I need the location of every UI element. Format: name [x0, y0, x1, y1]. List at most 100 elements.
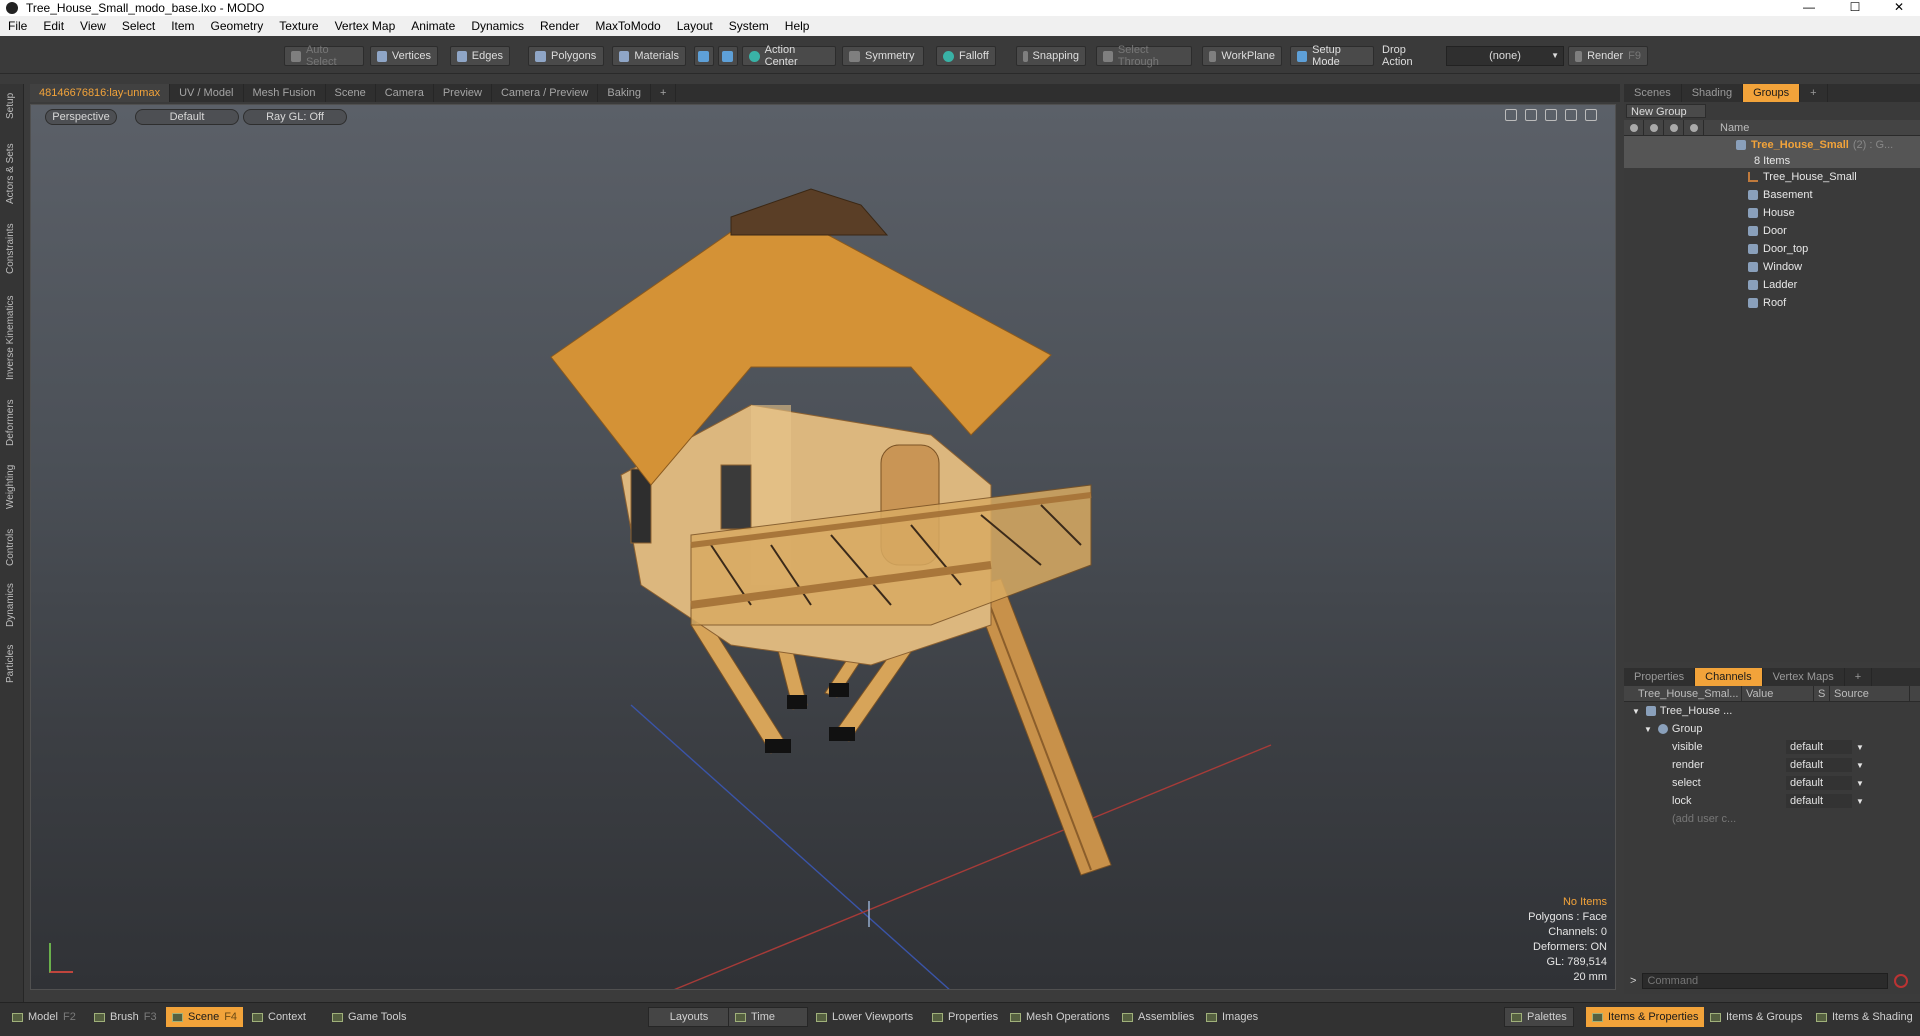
- lock-value-select[interactable]: default: [1786, 794, 1852, 808]
- tab-dynamics[interactable]: Dynamics: [3, 580, 19, 630]
- falloff-button[interactable]: Falloff: [936, 46, 996, 66]
- list-item[interactable]: Window: [1624, 258, 1920, 276]
- setup-mode-button[interactable]: Setup Mode: [1290, 44, 1374, 68]
- new-group-button[interactable]: New Group: [1626, 104, 1706, 118]
- 3d-viewport[interactable]: Perspective Default Ray GL: Off No Items…: [30, 104, 1616, 990]
- channel-row-select[interactable]: select default ▼: [1624, 774, 1920, 792]
- workplane-button[interactable]: WorkPlane: [1202, 46, 1282, 66]
- list-item[interactable]: Ladder: [1624, 276, 1920, 294]
- edges-button[interactable]: Edges: [450, 46, 510, 66]
- mesh-operations-button[interactable]: Mesh Operations: [1004, 1007, 1116, 1027]
- chevron-down-icon[interactable]: ▼: [1856, 761, 1864, 770]
- action-center-button[interactable]: Action Center: [742, 44, 836, 68]
- palettes-button[interactable]: Palettes: [1504, 1007, 1574, 1027]
- tab-inverse-kinematics[interactable]: Inverse Kinematics: [3, 290, 19, 386]
- tab-channels[interactable]: Channels: [1695, 668, 1763, 686]
- minimize-button[interactable]: —: [1786, 0, 1832, 16]
- list-item[interactable]: Basement: [1624, 186, 1920, 204]
- items-groups-button[interactable]: Items & Groups: [1704, 1007, 1808, 1027]
- menu-help[interactable]: Help: [777, 19, 818, 33]
- render-button[interactable]: Render F9: [1568, 46, 1648, 66]
- time-button[interactable]: Time: [728, 1007, 808, 1027]
- model-layout-button[interactable]: Model F2: [6, 1007, 82, 1027]
- render-value-select[interactable]: default: [1786, 758, 1852, 772]
- mode-toggle-a-button[interactable]: [694, 46, 714, 66]
- channel-row-lock[interactable]: lock default ▼: [1624, 792, 1920, 810]
- assemblies-button[interactable]: Assemblies: [1116, 1007, 1200, 1027]
- add-channel-tab-button[interactable]: +: [1845, 668, 1873, 686]
- command-input[interactable]: [1642, 973, 1889, 989]
- record-icon[interactable]: [1894, 974, 1909, 988]
- layouts-button[interactable]: Layouts: [648, 1007, 730, 1027]
- render-column-icon[interactable]: [1644, 119, 1664, 136]
- add-tab-button[interactable]: +: [651, 84, 677, 102]
- tab-properties[interactable]: Properties: [1624, 668, 1696, 686]
- maximize-button[interactable]: ☐: [1832, 0, 1878, 16]
- context-layout-button[interactable]: Context: [246, 1007, 312, 1027]
- tab-vertex-maps[interactable]: Vertex Maps: [1763, 668, 1845, 686]
- scene-layout-button[interactable]: Scene F4: [166, 1007, 244, 1027]
- add-user-channel[interactable]: (add user c...: [1624, 810, 1920, 828]
- tab-camera-preview[interactable]: Camera / Preview: [492, 84, 599, 102]
- list-item[interactable]: Door_top: [1624, 240, 1920, 258]
- select-through-button[interactable]: Select Through: [1096, 44, 1192, 68]
- channel-root-row[interactable]: ▼ Tree_House ...: [1624, 702, 1920, 720]
- menu-maxtomodo[interactable]: MaxToModo: [587, 19, 668, 33]
- brush-layout-button[interactable]: Brush F3: [88, 1007, 163, 1027]
- menu-vertex-map[interactable]: Vertex Map: [327, 19, 404, 33]
- visibility-column-icon[interactable]: [1624, 119, 1644, 136]
- visible-value-select[interactable]: default: [1786, 740, 1852, 754]
- tab-constraints[interactable]: Constraints: [3, 220, 19, 278]
- menu-texture[interactable]: Texture: [271, 19, 326, 33]
- tab-weighting[interactable]: Weighting: [3, 460, 19, 514]
- tab-deformers[interactable]: Deformers: [3, 396, 19, 450]
- drop-action-select[interactable]: (none) ▼: [1446, 46, 1564, 66]
- tab-particles[interactable]: Particles: [3, 640, 19, 688]
- tab-camera[interactable]: Camera: [376, 84, 434, 102]
- tab-scenes[interactable]: Scenes: [1624, 84, 1682, 102]
- menu-geometry[interactable]: Geometry: [203, 19, 272, 33]
- menu-render[interactable]: Render: [532, 19, 587, 33]
- menu-dynamics[interactable]: Dynamics: [463, 19, 532, 33]
- list-item[interactable]: Door: [1624, 222, 1920, 240]
- select-value-select[interactable]: default: [1786, 776, 1852, 790]
- channel-group-row[interactable]: ▼ Group: [1624, 720, 1920, 738]
- lock-column-icon[interactable]: [1684, 119, 1704, 136]
- menu-edit[interactable]: Edit: [35, 19, 72, 33]
- properties-button[interactable]: Properties: [926, 1007, 1004, 1027]
- auto-select-button[interactable]: Auto Select: [284, 44, 364, 68]
- menu-view[interactable]: View: [72, 19, 114, 33]
- tab-setup[interactable]: Setup: [3, 88, 19, 124]
- menu-layout[interactable]: Layout: [669, 19, 721, 33]
- vertices-button[interactable]: Vertices: [370, 46, 438, 66]
- chevron-down-icon[interactable]: ▼: [1856, 797, 1864, 806]
- list-item[interactable]: Roof: [1624, 294, 1920, 312]
- tab-controls[interactable]: Controls: [3, 524, 19, 570]
- images-button[interactable]: Images: [1200, 1007, 1264, 1027]
- items-properties-button[interactable]: Items & Properties: [1586, 1007, 1705, 1027]
- materials-button[interactable]: Materials: [612, 46, 686, 66]
- tab-uv-model[interactable]: UV / Model: [170, 84, 244, 102]
- channel-row-visible[interactable]: visible default ▼: [1624, 738, 1920, 756]
- menu-animate[interactable]: Animate: [403, 19, 463, 33]
- symmetry-button[interactable]: Symmetry: [842, 46, 924, 66]
- tab-preview[interactable]: Preview: [434, 84, 492, 102]
- game-tools-layout-button[interactable]: Game Tools: [326, 1007, 413, 1027]
- lower-viewports-button[interactable]: Lower Viewports: [810, 1007, 919, 1027]
- add-panel-tab-button[interactable]: +: [1800, 84, 1828, 102]
- list-item[interactable]: Tree_House_Small: [1624, 168, 1920, 186]
- snapping-button[interactable]: Snapping: [1016, 46, 1086, 66]
- chevron-down-icon[interactable]: ▼: [1856, 743, 1864, 752]
- menu-system[interactable]: System: [721, 19, 777, 33]
- select-column-icon[interactable]: [1664, 119, 1684, 136]
- items-shading-button[interactable]: Items & Shading: [1810, 1007, 1919, 1027]
- menu-file[interactable]: File: [0, 19, 35, 33]
- list-item[interactable]: House: [1624, 204, 1920, 222]
- channel-row-render[interactable]: render default ▼: [1624, 756, 1920, 774]
- tab-groups[interactable]: Groups: [1743, 84, 1801, 102]
- tab-mesh-fusion[interactable]: Mesh Fusion: [244, 84, 326, 102]
- tab-scene[interactable]: Scene: [326, 84, 376, 102]
- menu-item[interactable]: Item: [163, 19, 202, 33]
- chevron-down-icon[interactable]: ▼: [1856, 779, 1864, 788]
- tab-lay-unmax[interactable]: 48146676816:lay-unmax: [30, 84, 171, 102]
